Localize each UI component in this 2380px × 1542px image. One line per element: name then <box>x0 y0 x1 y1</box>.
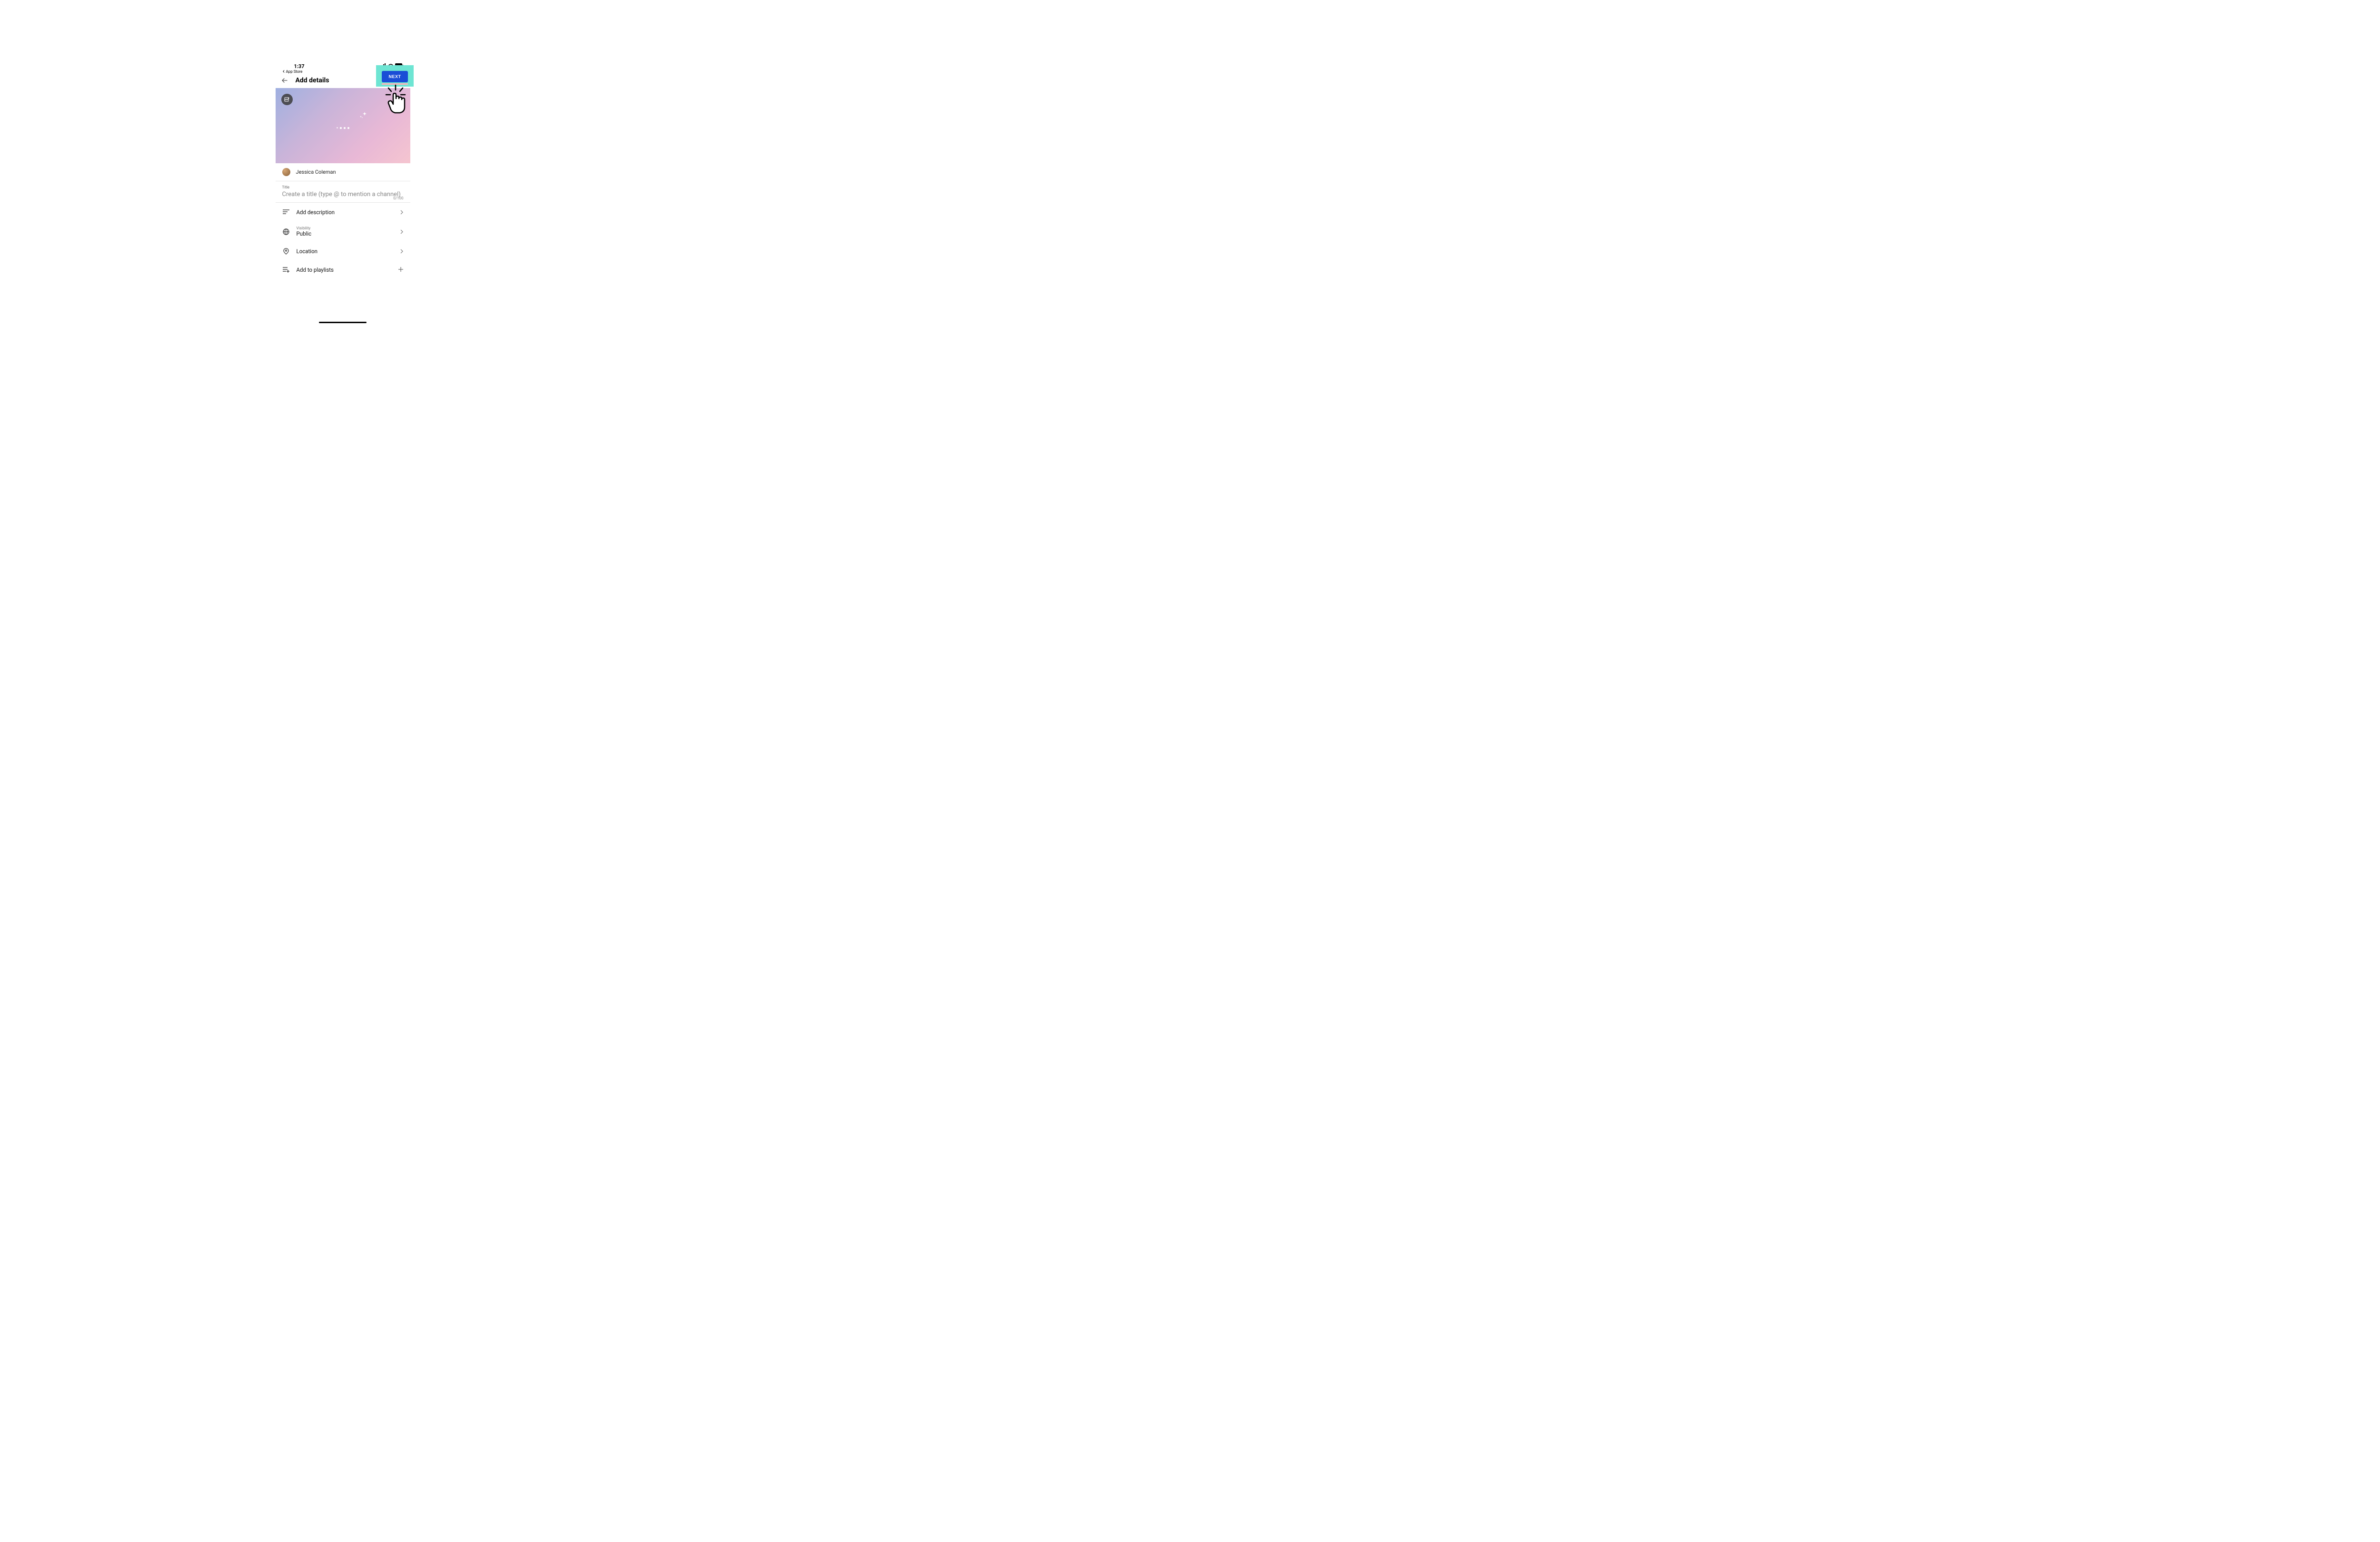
chevron-right-icon <box>400 247 404 256</box>
visibility-value: Public <box>297 230 393 237</box>
visibility-row[interactable]: Visibility Public <box>276 221 410 242</box>
edit-thumbnail-button[interactable] <box>281 94 293 105</box>
image-sparkle-icon <box>284 97 290 102</box>
visibility-sublabel: Visibility <box>297 226 393 230</box>
location-label: Location <box>297 248 393 255</box>
status-time: 1:37 <box>294 63 305 69</box>
chevron-right-icon <box>400 208 404 217</box>
add-to-playlists-row[interactable]: Add to playlists <box>276 260 410 279</box>
globe-icon <box>282 228 290 236</box>
next-button[interactable]: NEXT <box>382 71 407 82</box>
next-button-highlight: NEXT <box>376 65 413 87</box>
plus-icon <box>398 265 404 274</box>
home-indicator[interactable] <box>319 322 367 323</box>
arrow-left-icon <box>281 77 289 84</box>
title-char-counter: 0/100 <box>393 196 403 200</box>
channel-name: Jessica Coleman <box>296 169 336 175</box>
location-row[interactable]: Location <box>276 242 410 260</box>
title-field-label: Title <box>282 185 404 189</box>
add-description-row[interactable]: Add description <box>276 203 410 221</box>
channel-avatar <box>282 168 290 176</box>
title-input[interactable]: Create a title (type @ to mention a chan… <box>282 190 404 199</box>
playlist-add-icon <box>282 266 290 274</box>
playlists-label: Add to playlists <box>297 267 391 273</box>
location-pin-icon <box>282 247 290 255</box>
title-input-section[interactable]: Title Create a title (type @ to mention … <box>276 181 410 203</box>
description-label: Add description <box>297 209 393 216</box>
channel-row[interactable]: Jessica Coleman <box>276 163 410 181</box>
back-button[interactable] <box>281 77 289 84</box>
tap-gesture-indicator <box>382 84 409 120</box>
chevron-right-icon <box>400 227 404 236</box>
description-icon <box>282 208 290 216</box>
loading-indicator <box>337 127 349 129</box>
sparkle-decoration <box>359 111 367 121</box>
